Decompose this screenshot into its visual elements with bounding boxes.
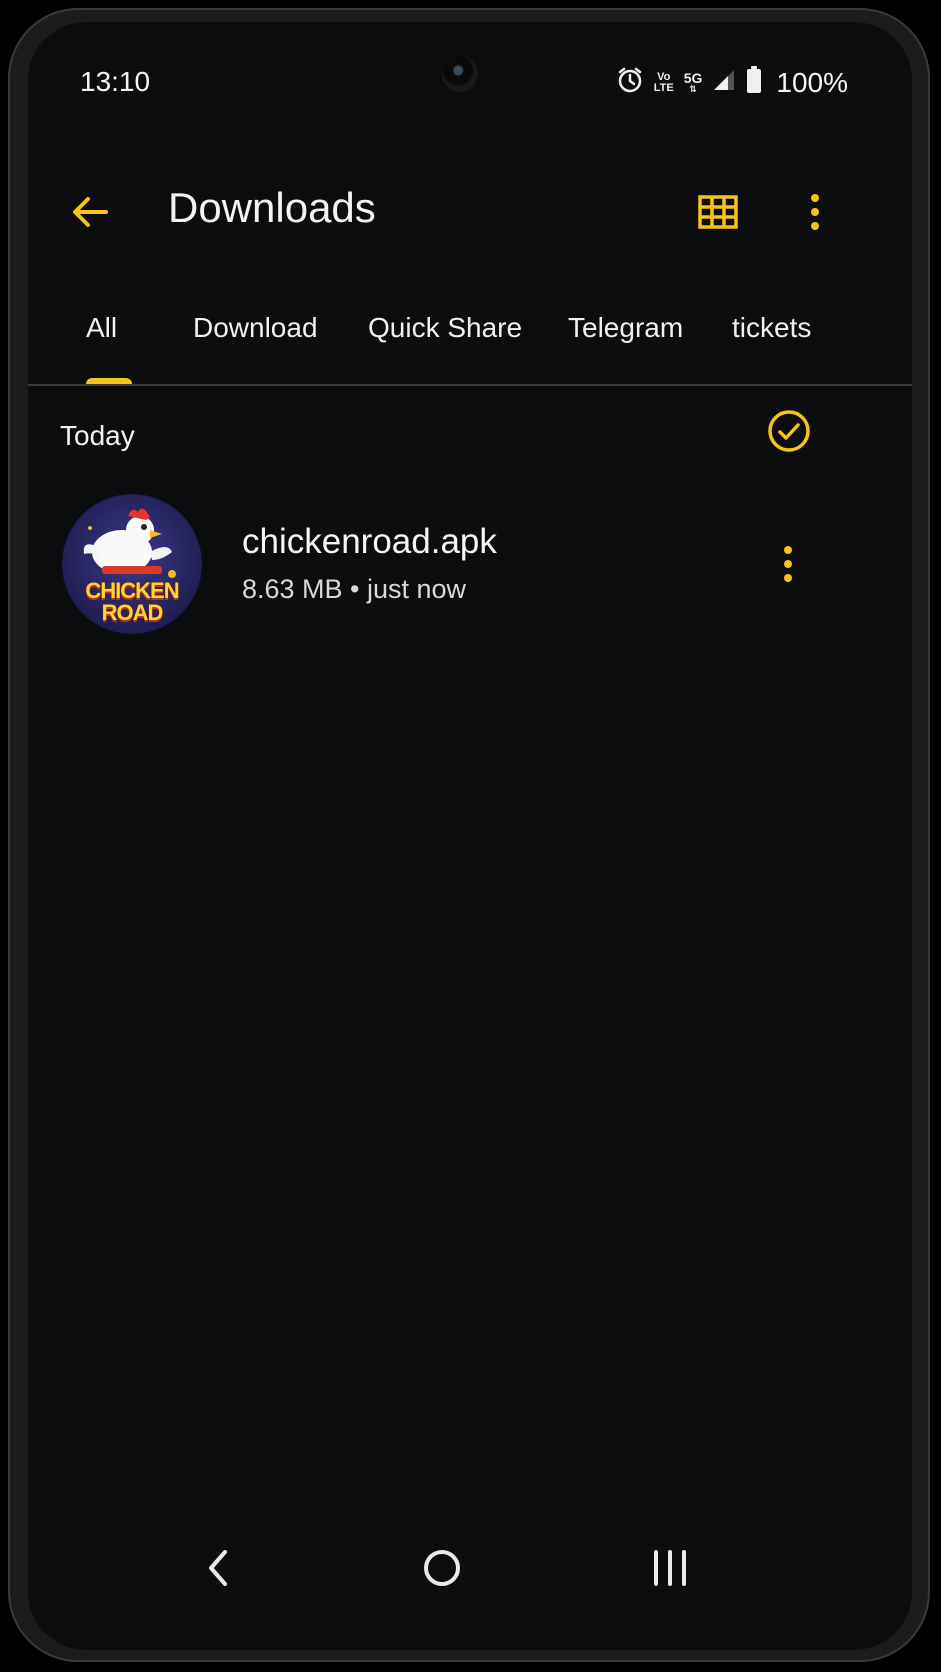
- network-label: 5G: [683, 70, 703, 86]
- tab-indicator: [86, 378, 132, 384]
- file-thumbnail: CHICKEN ROAD: [62, 494, 202, 634]
- volte-bottom-label: LTE: [653, 81, 674, 94]
- file-list-item[interactable]: CHICKEN ROAD chickenroad.apk 8.63 MB • j…: [28, 490, 912, 640]
- front-camera: [442, 56, 478, 92]
- nav-home-icon: [424, 1550, 460, 1586]
- 5g-icon: 5G ⇅: [683, 70, 703, 94]
- file-more-button[interactable]: [768, 534, 808, 594]
- file-meta: 8.63 MB • just now: [242, 574, 467, 604]
- nav-recents-icon: [654, 1550, 686, 1586]
- nav-back-icon: [209, 1550, 227, 1586]
- battery-icon: [746, 66, 762, 99]
- back-arrow-icon: [73, 197, 108, 227]
- alarm-icon: [616, 66, 644, 99]
- signal-icon: [712, 68, 736, 97]
- navigation-bar: [28, 1510, 912, 1650]
- status-time: 13:10: [80, 66, 151, 97]
- app-bar: Downloads: [28, 162, 912, 272]
- file-name: chickenroad.apk: [242, 522, 497, 561]
- volte-icon: Vo LTE: [653, 70, 674, 94]
- nav-recents-button[interactable]: [640, 1538, 700, 1598]
- tab-all[interactable]: All: [86, 312, 117, 344]
- grid-view-icon: [698, 195, 738, 229]
- page-title: Downloads: [168, 184, 376, 231]
- tab-download[interactable]: Download: [193, 312, 318, 344]
- section-title: Today: [60, 420, 135, 451]
- tab-telegram[interactable]: Telegram: [568, 312, 683, 344]
- back-button[interactable]: [60, 182, 120, 242]
- phone-screen: 13:10 Vo LTE 5G ⇅ 100% Downloads All Dow…: [28, 22, 912, 1650]
- select-all-button[interactable]: [766, 408, 812, 454]
- more-vert-icon: [784, 546, 792, 582]
- tab-tickets[interactable]: tickets: [732, 312, 811, 344]
- volte-top-label: Vo: [657, 70, 671, 83]
- more-vert-icon: [811, 194, 819, 230]
- more-options-button[interactable]: [790, 182, 840, 242]
- battery-percentage: 100%: [776, 66, 848, 98]
- grid-view-button[interactable]: [688, 182, 748, 242]
- tab-bar: All Download Quick Share Telegram ticket…: [28, 292, 912, 386]
- nav-home-button[interactable]: [412, 1538, 472, 1598]
- nav-back-button[interactable]: [188, 1538, 248, 1598]
- check-circle-icon: [768, 410, 810, 452]
- thumbnail-title-2: ROAD: [101, 600, 164, 625]
- tab-quick-share[interactable]: Quick Share: [368, 312, 522, 344]
- status-icons: Vo LTE 5G ⇅ 100%: [616, 66, 848, 99]
